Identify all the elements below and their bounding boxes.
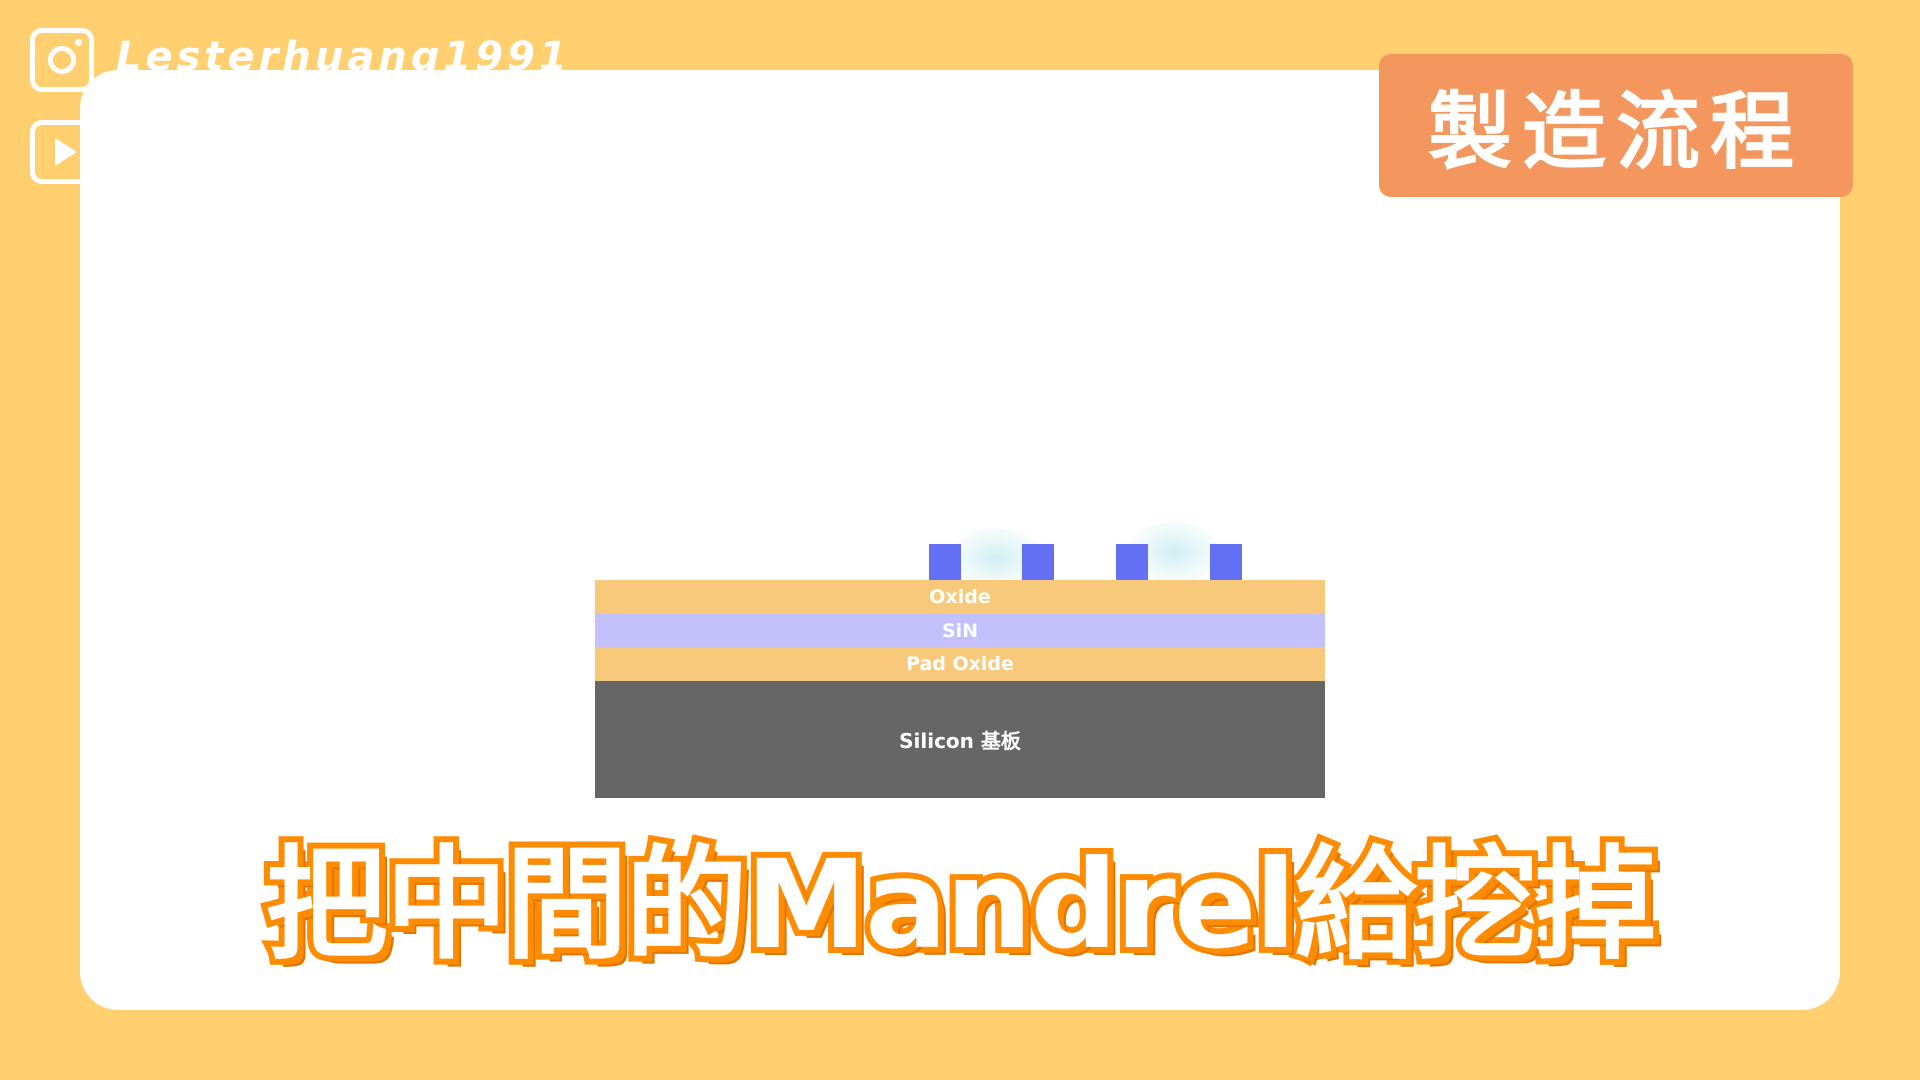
- mandrel-spacer: [1210, 544, 1242, 580]
- subtitle-caption: 把中間的Mandrel給挖掉: [260, 829, 1663, 981]
- oxide-label: Oxide: [929, 586, 991, 608]
- pad-oxide-layer: Pad Oxide: [595, 647, 1325, 681]
- mandrel-spacer: [1022, 544, 1054, 580]
- video-frame: Lesterhuang1991 製造流程 Oxide SiN Pad Oxide…: [0, 0, 1920, 1080]
- section-badge-label: 製造流程: [1427, 83, 1804, 181]
- section-badge: 製造流程: [1379, 54, 1853, 197]
- mandrel-spacer: [929, 544, 961, 580]
- silicon-label: Silicon 基板: [899, 729, 1021, 753]
- mandrel-spacer: [1116, 544, 1148, 580]
- sin-label: SiN: [941, 619, 979, 642]
- silicon-substrate: Silicon 基板: [595, 681, 1325, 798]
- oxide-layer: Oxide: [595, 580, 1325, 614]
- sin-layer: SiN: [595, 614, 1325, 647]
- instagram-icon: [30, 28, 94, 92]
- pad-oxide-label: Pad Oxide: [906, 653, 1014, 675]
